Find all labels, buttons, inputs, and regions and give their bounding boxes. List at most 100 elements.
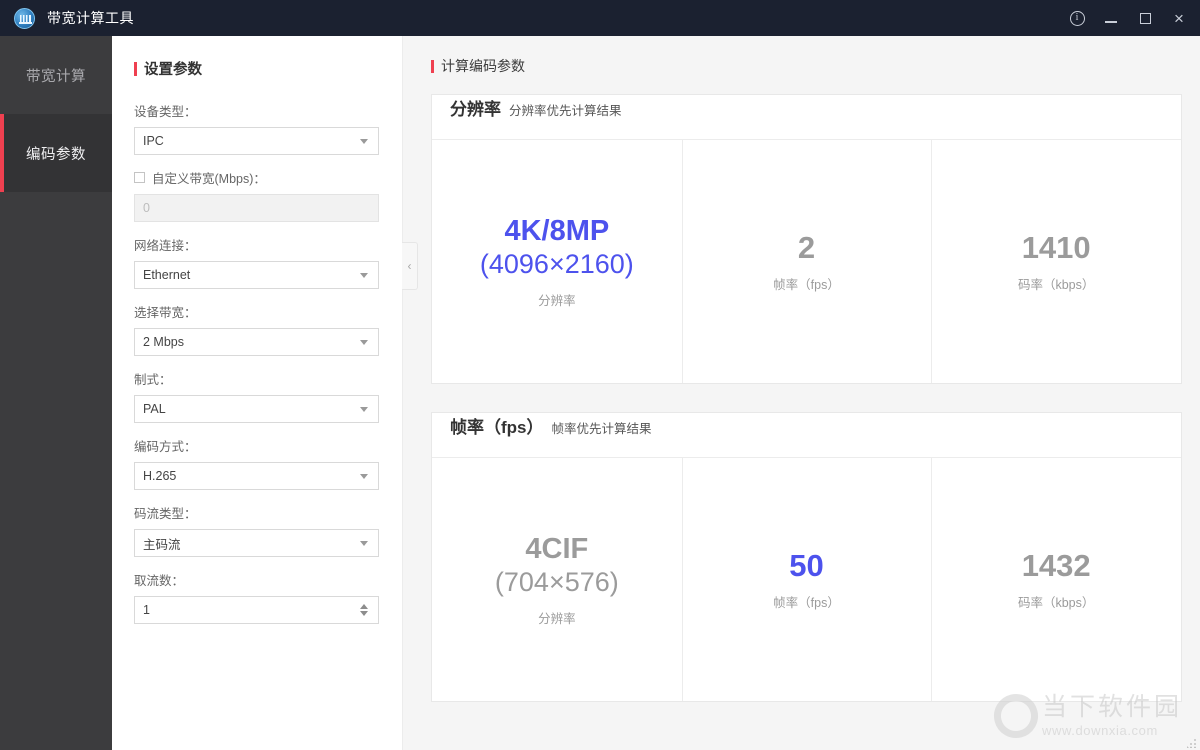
result-card-framerate: 帧率（fps） 帧率优先计算结果 4CIF (704×576) 分辨率 50 帧…: [431, 412, 1182, 702]
custom-bandwidth-checkbox-row[interactable]: 自定义带宽(Mbps)：: [134, 168, 380, 187]
field-network-connection: 网络连接： Ethernet: [134, 235, 380, 289]
device-type-label: 设备类型：: [134, 105, 197, 119]
result-card-resolution: 分辨率 分辨率优先计算结果 4K/8MP (4096×2160) 分辨率 2 帧…: [431, 94, 1182, 384]
card-body: 4K/8MP (4096×2160) 分辨率 2 帧率（fps） 1410 码率…: [432, 140, 1181, 383]
bandwidth-app-icon: [14, 7, 35, 29]
minimize-icon: [1105, 21, 1117, 23]
minimize-button[interactable]: [1094, 0, 1128, 36]
network-connection-label: 网络连接：: [134, 239, 197, 253]
field-bandwidth: 选择带宽： 2 Mbps: [134, 302, 380, 356]
stream-count-label: 取流数：: [134, 574, 185, 588]
info-button[interactable]: i: [1060, 0, 1094, 36]
main-body: 带宽计算 编码参数 设置参数 设备类型： IPC 自定义带宽(Mbps)： 0 …: [0, 36, 1200, 750]
chevron-down-icon: [360, 138, 368, 144]
window-title: 带宽计算工具: [47, 10, 134, 26]
card-header: 帧率（fps） 帧率优先计算结果: [432, 413, 1181, 458]
metric-caption: 帧率（fps）: [773, 595, 840, 610]
close-icon: ×: [1174, 8, 1184, 28]
stream-type-select[interactable]: 主码流: [134, 529, 379, 557]
application-window: 带宽计算工具 i × 带宽计算 编码参数 设置参数 设备类型： IPC 自定义带…: [0, 0, 1200, 750]
sidebar-item-encoding-params[interactable]: 编码参数: [0, 114, 112, 192]
stepper-arrows[interactable]: [360, 604, 368, 616]
metric-value-detail: (4096×2160): [479, 249, 634, 280]
bandwidth-label: 选择带宽：: [134, 306, 197, 320]
sidebar-item-label: 编码参数: [26, 146, 86, 163]
resize-grip[interactable]: [1187, 738, 1197, 748]
accent-bar: [134, 61, 137, 76]
codec-select[interactable]: H.265: [134, 462, 379, 490]
maximize-button[interactable]: [1128, 0, 1162, 36]
bandwidth-value: 2 Mbps: [143, 335, 184, 349]
metric-resolution: 4K/8MP (4096×2160) 分辨率: [432, 140, 682, 383]
field-stream-type: 码流类型： 主码流: [134, 503, 380, 557]
custom-bandwidth-placeholder: 0: [143, 201, 150, 215]
close-button[interactable]: ×: [1162, 0, 1196, 36]
metric-bitrate: 1410 码率（kbps）: [931, 140, 1181, 383]
video-standard-label: 制式：: [134, 373, 172, 387]
panel-collapse-handle[interactable]: ‹: [402, 242, 418, 290]
card-title: 帧率（fps）: [450, 418, 544, 437]
metric-value: 1410: [1021, 230, 1091, 266]
video-standard-select[interactable]: PAL: [134, 395, 379, 423]
stream-type-label: 码流类型：: [134, 507, 197, 521]
card-subtitle: 分辨率优先计算结果: [509, 104, 622, 118]
metric-caption: 分辨率: [538, 293, 576, 308]
metric-framerate: 2 帧率（fps）: [681, 140, 932, 383]
field-video-standard: 制式： PAL: [134, 369, 380, 423]
settings-panel: 设置参数 设备类型： IPC 自定义带宽(Mbps)： 0 网络连接： Ethe…: [112, 36, 402, 750]
metric-value: 4K/8MP: [504, 215, 610, 248]
card-header: 分辨率 分辨率优先计算结果: [432, 95, 1181, 140]
chevron-down-icon[interactable]: [360, 611, 368, 616]
metric-caption: 码率（kbps）: [1017, 277, 1095, 292]
stream-count-stepper[interactable]: 1: [134, 596, 379, 624]
stream-type-value: 主码流: [143, 537, 181, 552]
network-connection-value: Ethernet: [143, 268, 191, 282]
metric-value-detail: (704×576): [494, 567, 619, 598]
results-header-text: 计算编码参数: [441, 58, 525, 74]
device-type-value: IPC: [143, 134, 164, 148]
custom-bandwidth-input[interactable]: 0: [134, 194, 379, 222]
bandwidth-select[interactable]: 2 Mbps: [134, 328, 379, 356]
field-device-type: 设备类型： IPC: [134, 101, 380, 155]
card-subtitle: 帧率优先计算结果: [551, 422, 652, 436]
chevron-down-icon: [360, 339, 368, 345]
network-connection-select[interactable]: Ethernet: [134, 261, 379, 289]
chevron-down-icon: [360, 540, 368, 546]
custom-bandwidth-label: 自定义带宽(Mbps)：: [152, 172, 266, 186]
metric-resolution: 4CIF (704×576) 分辨率: [432, 458, 682, 701]
maximize-icon: [1139, 12, 1151, 24]
metric-value: 4CIF: [525, 533, 589, 566]
device-type-select[interactable]: IPC: [134, 127, 379, 155]
sidebar-item-bandwidth-calc[interactable]: 带宽计算: [0, 36, 112, 114]
video-standard-value: PAL: [143, 402, 166, 416]
metric-value: 50: [789, 548, 824, 584]
watermark-url: www.downxia.com: [1041, 722, 1158, 738]
metric-value: 2: [797, 230, 816, 266]
title-bar: 带宽计算工具 i ×: [0, 0, 1200, 36]
chevron-down-icon: [360, 272, 368, 278]
codec-label: 编码方式：: [134, 440, 197, 454]
settings-section-title: 设置参数: [134, 58, 380, 79]
metric-caption: 帧率（fps）: [773, 277, 840, 292]
metric-bitrate: 1432 码率（kbps）: [931, 458, 1181, 701]
chevron-up-icon[interactable]: [360, 604, 368, 609]
card-body: 4CIF (704×576) 分辨率 50 帧率（fps） 1432 码率（kb…: [432, 458, 1181, 701]
accent-bar: [431, 59, 434, 73]
chevron-left-icon: ‹: [407, 259, 412, 273]
metric-value: 1432: [1021, 548, 1091, 584]
metric-caption: 分辨率: [538, 611, 576, 626]
sidebar: 带宽计算 编码参数: [0, 36, 112, 750]
codec-value: H.265: [143, 469, 177, 483]
chevron-down-icon: [360, 473, 368, 479]
card-title: 分辨率: [450, 100, 501, 119]
stream-count-value: 1: [143, 603, 150, 617]
chevron-down-icon: [360, 406, 368, 412]
metric-caption: 码率（kbps）: [1017, 595, 1095, 610]
sidebar-item-label: 带宽计算: [26, 68, 86, 85]
results-panel: 计算编码参数 分辨率 分辨率优先计算结果 4K/8MP (4096×2160) …: [402, 36, 1200, 750]
settings-title-text: 设置参数: [144, 62, 202, 78]
metric-framerate: 50 帧率（fps）: [681, 458, 932, 701]
field-stream-count: 取流数： 1: [134, 570, 380, 624]
results-header: 计算编码参数: [431, 56, 1182, 76]
custom-bandwidth-checkbox[interactable]: [134, 172, 145, 183]
